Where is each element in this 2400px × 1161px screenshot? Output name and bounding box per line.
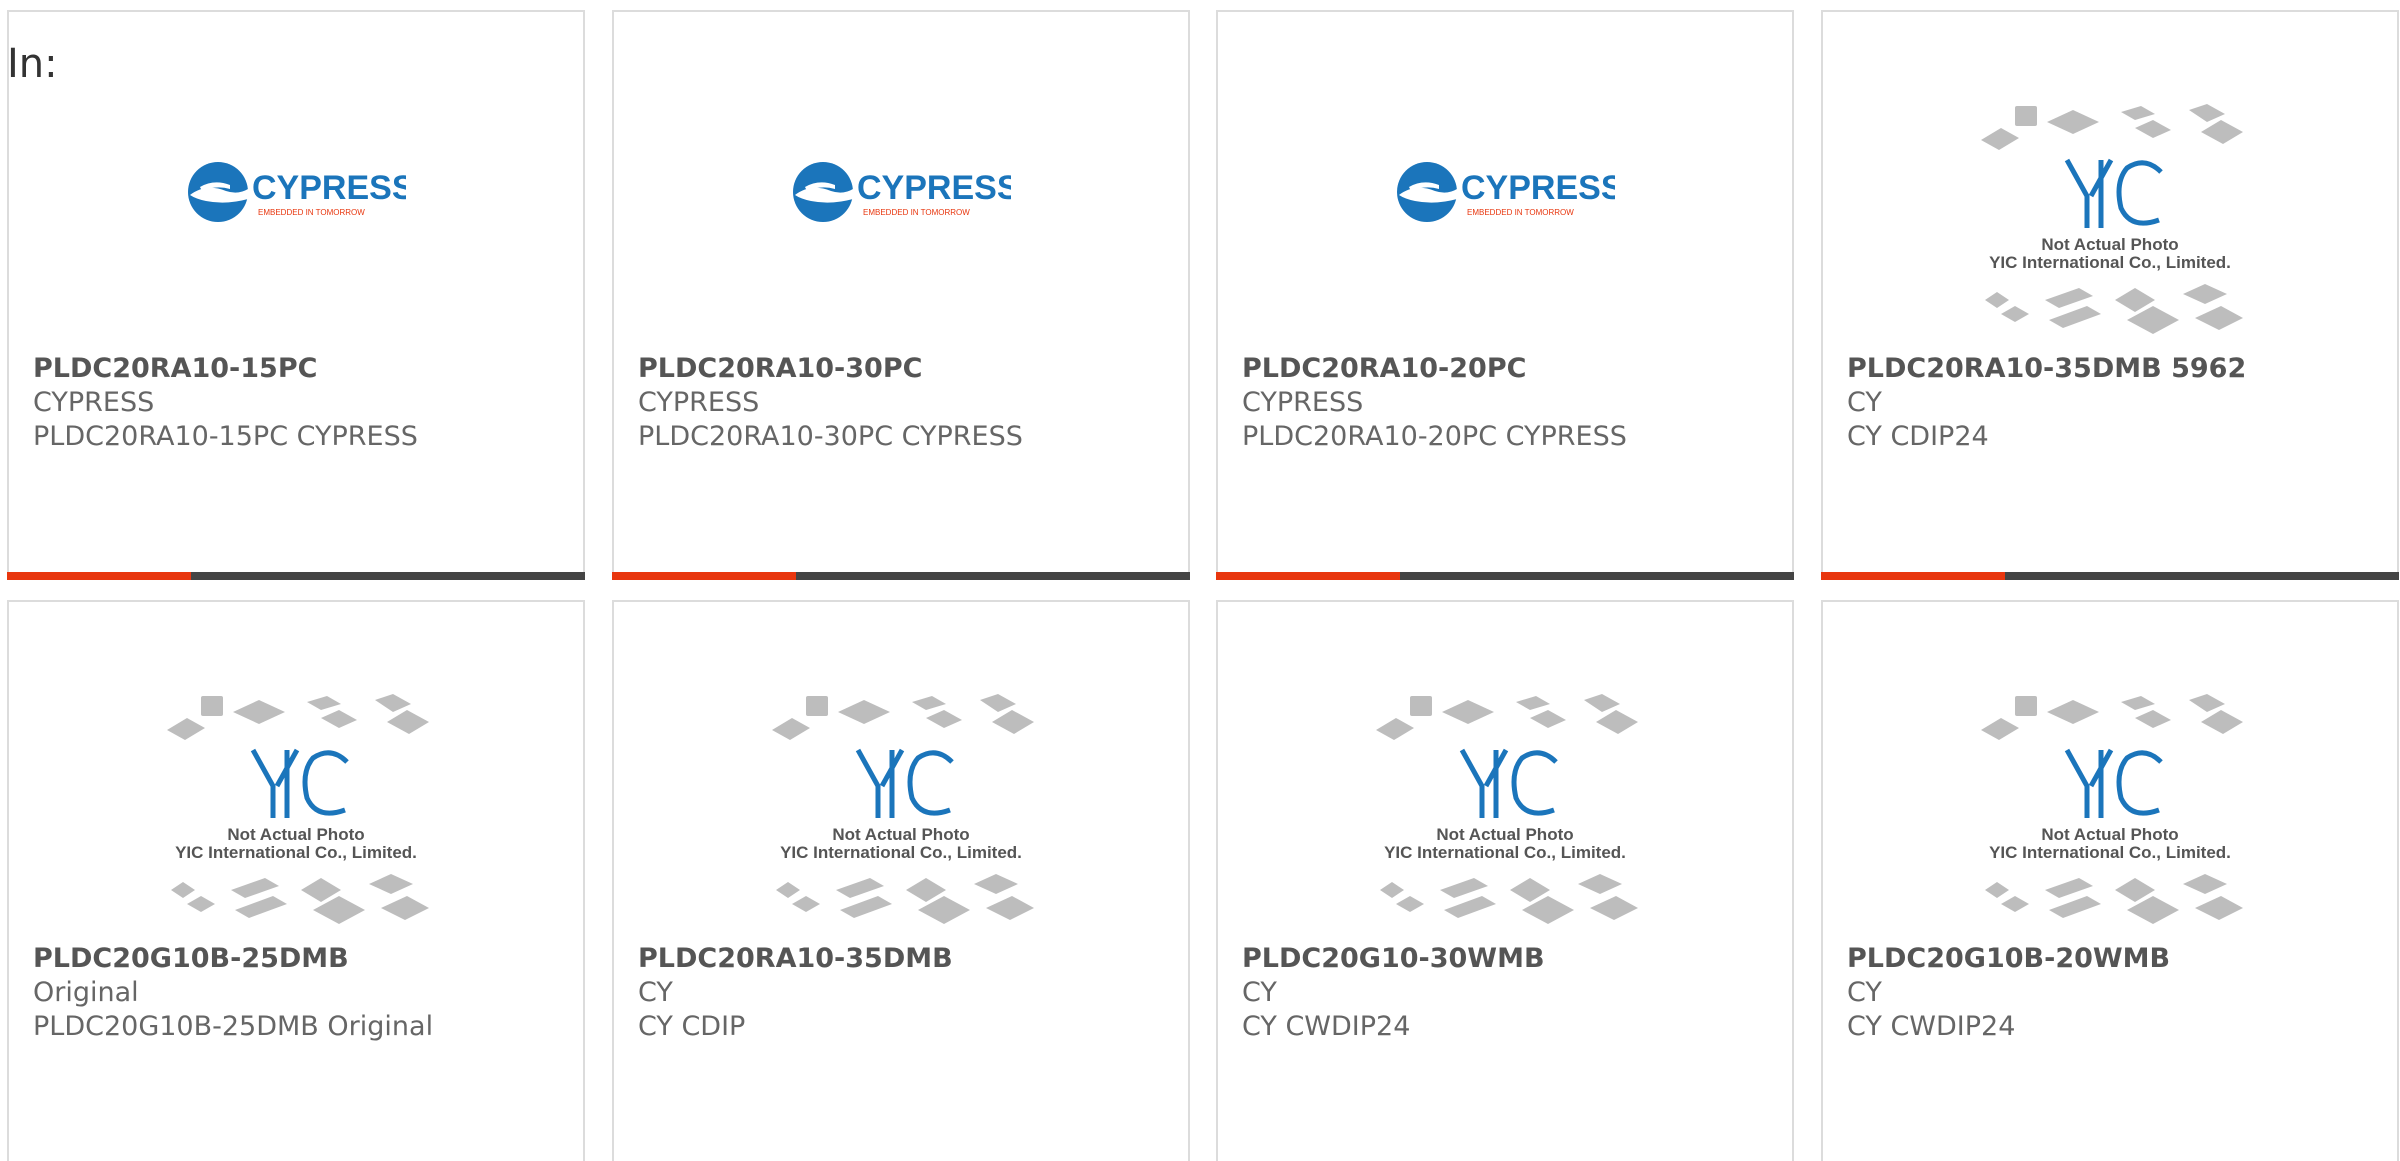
product-part-number[interactable]: PLDC20G10-30WMB bbox=[1242, 942, 1776, 976]
product-grid: CYPRESS EMBEDDED IN TOMORROW PLDC20RA10-… bbox=[7, 10, 2400, 1161]
product-description: PLDC20RA10-30PC CYPRESS bbox=[638, 421, 1023, 452]
product-description: PLDC20RA10-20PC CYPRESS bbox=[1242, 421, 1627, 452]
yic-caption-line1: Not Actual Photo bbox=[1436, 825, 1573, 844]
card-accent-bar bbox=[1821, 572, 2005, 580]
product-info: PLDC20G10B-25DMB Original PLDC20G10B-25D… bbox=[33, 942, 567, 1044]
yic-caption-line2: YIC International Co., Limited. bbox=[1384, 843, 1626, 862]
product-part-number[interactable]: PLDC20RA10-20PC bbox=[1242, 352, 1776, 386]
product-brand: CY bbox=[1847, 387, 1882, 418]
product-brand: Original bbox=[33, 977, 139, 1008]
product-brand: CYPRESS bbox=[1242, 387, 1364, 418]
product-description: PLDC20RA10-15PC CYPRESS bbox=[33, 421, 418, 452]
cypress-logo-tagline: EMBEDDED IN TOMORROW bbox=[1467, 208, 1574, 217]
product-info: PLDC20RA10-30PC CYPRESS PLDC20RA10-30PC … bbox=[638, 352, 1172, 454]
product-brand: CY bbox=[638, 977, 673, 1008]
product-info: PLDC20G10-30WMB CY CY CWDIP24 bbox=[1242, 942, 1776, 1044]
product-info: PLDC20RA10-35DMB CY CY CDIP bbox=[638, 942, 1172, 1044]
cypress-logo: CYPRESS EMBEDDED IN TOMORROW bbox=[1397, 162, 1615, 222]
product-info: PLDC20RA10-20PC CYPRESS PLDC20RA10-20PC … bbox=[1242, 352, 1776, 454]
product-photo: Not Actual Photo YIC International Co., … bbox=[1218, 690, 1792, 950]
card-accent-bar bbox=[1216, 572, 1400, 580]
product-card[interactable]: CYPRESS EMBEDDED IN TOMORROW PLDC20RA10-… bbox=[612, 10, 1190, 580]
product-card[interactable]: Not Actual Photo YIC International Co., … bbox=[1821, 600, 2399, 1161]
yic-placeholder-image: Not Actual Photo YIC International Co., … bbox=[1376, 694, 1638, 924]
product-part-number[interactable]: PLDC20RA10-15PC bbox=[33, 352, 567, 386]
product-info: PLDC20RA10-15PC CYPRESS PLDC20RA10-15PC … bbox=[33, 352, 567, 454]
yic-caption-line2: YIC International Co., Limited. bbox=[1989, 843, 2231, 862]
product-card[interactable]: Not Actual Photo YIC International Co., … bbox=[1216, 600, 1794, 1161]
yic-caption-line1: Not Actual Photo bbox=[2041, 825, 2178, 844]
product-row: Not Actual Photo YIC International Co., … bbox=[7, 600, 2400, 1161]
card-accent-bar bbox=[612, 572, 796, 580]
product-description: CY CDIP bbox=[638, 1011, 746, 1042]
yic-caption-line2: YIC International Co., Limited. bbox=[780, 843, 1022, 862]
product-part-number[interactable]: PLDC20G10B-25DMB bbox=[33, 942, 567, 976]
card-accent-bar bbox=[7, 572, 191, 580]
yic-placeholder-image: Not Actual Photo YIC International Co., … bbox=[1981, 694, 2243, 924]
yic-placeholder-image: Not Actual Photo YIC International Co., … bbox=[167, 694, 429, 924]
product-description: CY CWDIP24 bbox=[1242, 1011, 1411, 1042]
card-bottom-bar bbox=[7, 572, 585, 580]
product-description: CY CDIP24 bbox=[1847, 421, 1989, 452]
yic-placeholder-image: Not Actual Photo YIC International Co., … bbox=[1981, 104, 2243, 334]
product-brand: CYPRESS bbox=[638, 387, 760, 418]
product-description: CY CWDIP24 bbox=[1847, 1011, 2016, 1042]
yic-caption-line2: YIC International Co., Limited. bbox=[175, 843, 417, 862]
product-card[interactable]: CYPRESS EMBEDDED IN TOMORROW PLDC20RA10-… bbox=[1216, 10, 1794, 580]
product-card[interactable]: Not Actual Photo YIC International Co., … bbox=[1821, 10, 2399, 580]
product-part-number[interactable]: PLDC20RA10-35DMB 5962 bbox=[1847, 352, 2381, 386]
product-photo: CYPRESS EMBEDDED IN TOMORROW bbox=[1218, 97, 1792, 357]
product-brand: CY bbox=[1847, 977, 1882, 1008]
product-photo: Not Actual Photo YIC International Co., … bbox=[9, 690, 583, 950]
product-brand: CY bbox=[1242, 977, 1277, 1008]
product-photo: Not Actual Photo YIC International Co., … bbox=[1823, 100, 2397, 360]
product-info: PLDC20RA10-35DMB 5962 CY CY CDIP24 bbox=[1847, 352, 2381, 454]
card-bottom-bar bbox=[612, 572, 1190, 580]
yic-placeholder-image: Not Actual Photo YIC International Co., … bbox=[772, 694, 1034, 924]
product-description: PLDC20G10B-25DMB Original bbox=[33, 1011, 434, 1042]
product-photo: CYPRESS EMBEDDED IN TOMORROW bbox=[614, 97, 1188, 357]
cypress-logo-name: CYPRESS bbox=[857, 169, 1011, 207]
product-part-number[interactable]: PLDC20G10B-20WMB bbox=[1847, 942, 2381, 976]
cypress-logo-name: CYPRESS bbox=[1461, 169, 1615, 207]
cypress-logo-tagline: EMBEDDED IN TOMORROW bbox=[863, 208, 970, 217]
page: CYPRESS EMBEDDED IN TOMORROW PLDC20RA10-… bbox=[0, 0, 2400, 1161]
in-label: In: bbox=[7, 41, 58, 87]
yic-caption-line2: YIC International Co., Limited. bbox=[1989, 253, 2231, 272]
yic-caption-line1: Not Actual Photo bbox=[832, 825, 969, 844]
yic-caption-line1: Not Actual Photo bbox=[2041, 235, 2178, 254]
product-row: CYPRESS EMBEDDED IN TOMORROW PLDC20RA10-… bbox=[7, 10, 2400, 600]
product-brand: CYPRESS bbox=[33, 387, 155, 418]
product-photo: Not Actual Photo YIC International Co., … bbox=[1823, 690, 2397, 950]
product-card[interactable]: CYPRESS EMBEDDED IN TOMORROW PLDC20RA10-… bbox=[7, 10, 585, 580]
product-part-number[interactable]: PLDC20RA10-30PC bbox=[638, 352, 1172, 386]
product-card[interactable]: Not Actual Photo YIC International Co., … bbox=[7, 600, 585, 1161]
product-info: PLDC20G10B-20WMB CY CY CWDIP24 bbox=[1847, 942, 2381, 1044]
cypress-logo-name: CYPRESS bbox=[252, 169, 406, 207]
product-photo: CYPRESS EMBEDDED IN TOMORROW bbox=[9, 97, 583, 357]
card-bottom-bar bbox=[1821, 572, 2399, 580]
yic-caption-line1: Not Actual Photo bbox=[227, 825, 364, 844]
cypress-logo-tagline: EMBEDDED IN TOMORROW bbox=[258, 208, 365, 217]
product-part-number[interactable]: PLDC20RA10-35DMB bbox=[638, 942, 1172, 976]
card-bottom-bar bbox=[1216, 572, 1794, 580]
cypress-logo: CYPRESS EMBEDDED IN TOMORROW bbox=[188, 162, 406, 222]
cypress-logo: CYPRESS EMBEDDED IN TOMORROW bbox=[793, 162, 1011, 222]
product-photo: Not Actual Photo YIC International Co., … bbox=[614, 690, 1188, 950]
product-card[interactable]: Not Actual Photo YIC International Co., … bbox=[612, 600, 1190, 1161]
